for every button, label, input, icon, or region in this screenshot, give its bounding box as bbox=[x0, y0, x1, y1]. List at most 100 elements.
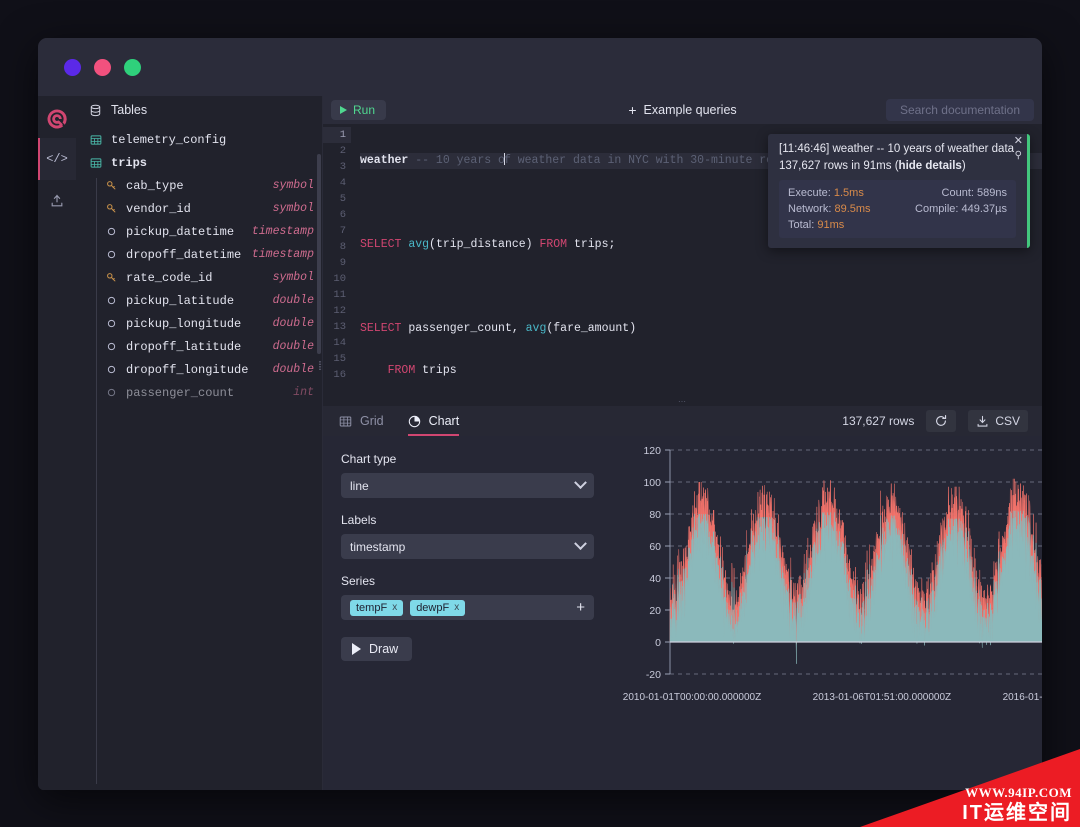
chart-type-select[interactable]: line bbox=[341, 473, 594, 498]
y-tick-label: 20 bbox=[649, 605, 661, 617]
table-item-trips[interactable]: trips bbox=[76, 151, 322, 174]
results-panel: Grid Chart 137,627 rows CSV Chart type l… bbox=[323, 406, 1042, 790]
column-type: timestamp bbox=[251, 225, 314, 238]
table-icon bbox=[89, 134, 102, 146]
tables-tree: telemetry_config trips cab_type symbol v… bbox=[76, 124, 322, 790]
stat-label: Compile: bbox=[915, 203, 959, 215]
column-name: dropoff_datetime bbox=[126, 247, 242, 262]
tables-sidebar: Tables telemetry_config trips cab_type s… bbox=[76, 96, 323, 790]
line-number: 12 bbox=[333, 305, 346, 317]
sidebar-item-console[interactable]: </> bbox=[38, 138, 76, 180]
pie-chart-icon bbox=[408, 415, 420, 427]
tab-chart[interactable]: Chart bbox=[407, 406, 459, 436]
results-actions: 137,627 rows CSV bbox=[842, 410, 1028, 432]
refresh-button[interactable] bbox=[926, 410, 957, 432]
table-item-telemetry-config[interactable]: telemetry_config bbox=[76, 128, 322, 151]
example-queries-button[interactable]: + Example queries bbox=[628, 102, 736, 118]
key-icon bbox=[105, 203, 118, 214]
questdb-logo-icon[interactable] bbox=[38, 100, 76, 138]
table-name: trips bbox=[111, 155, 148, 170]
csv-download-button[interactable]: CSV bbox=[968, 410, 1028, 432]
line-number: 9 bbox=[339, 257, 346, 269]
key-icon bbox=[105, 180, 118, 191]
column-item[interactable]: pickup_latitude double bbox=[76, 289, 322, 312]
circle-icon bbox=[105, 388, 118, 397]
x-tick-label: 2013-01-06T01:51:00.000000Z bbox=[813, 692, 951, 703]
play-icon bbox=[340, 106, 347, 114]
column-item[interactable]: cab_type symbol bbox=[76, 174, 322, 197]
column-item[interactable]: passenger_count int bbox=[76, 381, 322, 404]
line-number: 2 bbox=[339, 145, 346, 157]
tab-grid-label: Grid bbox=[360, 414, 384, 428]
series-chip-dewpf[interactable]: dewpF x bbox=[410, 599, 466, 616]
tab-grid[interactable]: Grid bbox=[339, 406, 384, 436]
tree-guide-line bbox=[96, 178, 97, 784]
run-button-label: Run bbox=[353, 103, 376, 117]
database-icon bbox=[90, 104, 101, 116]
editor-toolbar: Run + Example queries Search documentati… bbox=[323, 96, 1042, 124]
chevron-down-icon bbox=[574, 537, 587, 551]
draw-button[interactable]: Draw bbox=[341, 637, 413, 661]
tables-header: Tables bbox=[76, 96, 322, 124]
column-name: dropoff_longitude bbox=[126, 362, 249, 377]
run-button[interactable]: Run bbox=[331, 100, 387, 120]
sidebar-resize-handle[interactable]: ⣿ bbox=[318, 361, 322, 376]
line-number: 1 bbox=[323, 127, 351, 143]
column-item[interactable]: vendor_id symbol bbox=[76, 197, 322, 220]
notification-summary: 137,627 rows in 91ms (hide details) bbox=[779, 160, 1016, 172]
column-name: pickup_latitude bbox=[126, 293, 235, 308]
stat-value: 589ns bbox=[977, 187, 1007, 199]
hide-details-link[interactable]: hide details bbox=[899, 160, 962, 172]
series-input[interactable]: tempF x dewpF x + bbox=[341, 595, 594, 620]
rows-count: 137,627 rows bbox=[842, 414, 915, 428]
y-tick-label: 40 bbox=[649, 573, 661, 585]
app-body: </> Tables telemetry_config trips cab_ty… bbox=[38, 96, 1042, 790]
stat-network: Network: 89.5ms bbox=[788, 203, 898, 215]
y-tick-label: 0 bbox=[655, 637, 661, 649]
editor-results-splitter[interactable]: ⋯ bbox=[323, 396, 1042, 406]
column-type: symbol bbox=[272, 179, 314, 192]
draw-button-label: Draw bbox=[369, 642, 399, 656]
refresh-icon bbox=[936, 415, 947, 426]
icon-rail: </> bbox=[38, 96, 76, 790]
line-number: 16 bbox=[333, 369, 346, 381]
series-label: Series bbox=[341, 574, 376, 588]
x-tick-label: 2016-01-16T15:00:00.000000Z bbox=[1003, 692, 1042, 703]
column-type: int bbox=[293, 386, 314, 399]
series-chip-tempf[interactable]: tempF x bbox=[350, 599, 404, 616]
circle-icon bbox=[105, 319, 118, 328]
column-name: pickup_datetime bbox=[126, 224, 235, 239]
circle-icon bbox=[105, 296, 118, 305]
column-item[interactable]: pickup_longitude double bbox=[76, 312, 322, 335]
screenshot-root: </> Tables telemetry_config trips cab_ty… bbox=[0, 0, 1080, 827]
browser-window: </> Tables telemetry_config trips cab_ty… bbox=[38, 38, 1042, 790]
line-number: 7 bbox=[339, 225, 346, 237]
close-icon[interactable]: x bbox=[392, 602, 397, 613]
pin-icon[interactable]: ⚲ bbox=[1015, 150, 1022, 161]
column-item[interactable]: pickup_datetime timestamp bbox=[76, 220, 322, 243]
column-type: double bbox=[272, 363, 314, 376]
stat-value: 1.5ms bbox=[833, 187, 864, 199]
column-type: double bbox=[272, 340, 314, 353]
close-icon[interactable]: x bbox=[454, 602, 459, 613]
window-dot-pink[interactable] bbox=[94, 58, 111, 76]
close-icon[interactable]: ✕ bbox=[1014, 136, 1023, 147]
sql-editor[interactable]: 1 2 3 4 5 6 7 8 9 10 11 12 13 14 15 16 w… bbox=[323, 124, 1042, 396]
column-item[interactable]: dropoff_longitude double bbox=[76, 358, 322, 381]
sidebar-item-import[interactable] bbox=[38, 180, 76, 222]
y-tick-label: 80 bbox=[649, 509, 661, 521]
sidebar-scrollbar[interactable] bbox=[317, 154, 321, 354]
key-icon bbox=[105, 272, 118, 283]
editor-gutter: 1 2 3 4 5 6 7 8 9 10 11 12 13 14 15 16 bbox=[323, 124, 351, 396]
search-documentation-input[interactable]: Search documentation bbox=[886, 99, 1034, 121]
plus-icon[interactable]: + bbox=[576, 600, 585, 615]
labels-select[interactable]: timestamp bbox=[341, 534, 594, 559]
column-item[interactable]: rate_code_id symbol bbox=[76, 266, 322, 289]
series-chip-label: tempF bbox=[356, 601, 388, 614]
chart-plot: -20020406080100120timestamp2010-01-01T00… bbox=[608, 436, 1042, 790]
window-dot-purple[interactable] bbox=[64, 58, 81, 76]
column-item[interactable]: dropoff_datetime timestamp bbox=[76, 243, 322, 266]
column-item[interactable]: dropoff_latitude double bbox=[76, 335, 322, 358]
window-dot-green[interactable] bbox=[124, 58, 141, 76]
